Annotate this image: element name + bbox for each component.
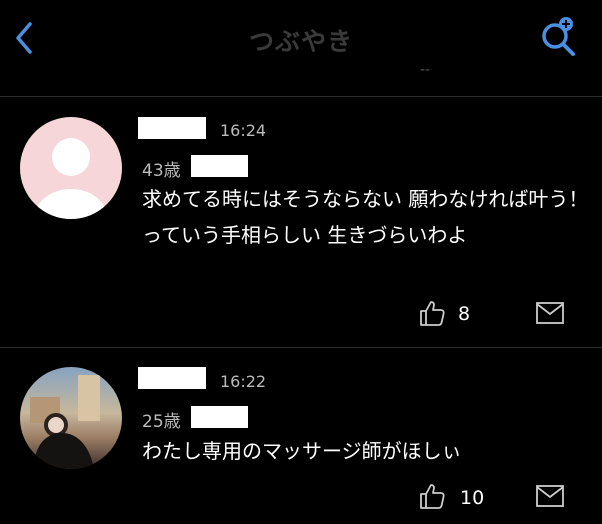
post-text: 求めてる時にはそうならない 願わなければ叶う！っていう手相らしい 生きづらいわよ (142, 187, 589, 247)
default-avatar-icon (35, 138, 107, 219)
like-button[interactable] (418, 482, 446, 510)
user-age: 25歳 (142, 412, 181, 432)
username-redacted[interactable] (138, 117, 206, 139)
message-button[interactable] (536, 302, 564, 324)
avatar[interactable] (20, 117, 122, 219)
user-info-redacted (191, 155, 248, 177)
like-count: 10 (460, 487, 485, 509)
post-time: 16:22 (220, 372, 267, 391)
header-hint: -- (420, 62, 431, 78)
thumbs-up-icon (420, 484, 445, 509)
like-count: 8 (458, 303, 471, 325)
message-button[interactable] (536, 485, 564, 507)
mail-icon (536, 302, 564, 324)
app-header: つぶやき -- (0, 0, 602, 96)
search-button[interactable] (538, 14, 582, 60)
user-info-redacted (191, 406, 248, 428)
user-photo-avatar[interactable] (20, 367, 122, 469)
page-title: つぶやき (248, 27, 353, 56)
username-redacted[interactable] (138, 367, 206, 389)
post-text: わたし専用のマッサージ師がほしぃ (142, 439, 462, 463)
search-plus-icon (542, 17, 575, 56)
post-card[interactable]: 16:22 25歳 わたし専用のマッサージ師がほしぃ 10 (0, 348, 602, 524)
profile-photo (30, 375, 100, 469)
post-time: 16:24 (220, 121, 267, 140)
user-age: 43歳 (142, 161, 181, 181)
like-button[interactable] (418, 299, 446, 327)
mail-icon (536, 485, 564, 507)
thumbs-up-icon (420, 301, 445, 326)
post-card[interactable]: 16:24 43歳 求めてる時にはそうならない 願わなければ叶う！っていう手相ら… (0, 97, 602, 347)
